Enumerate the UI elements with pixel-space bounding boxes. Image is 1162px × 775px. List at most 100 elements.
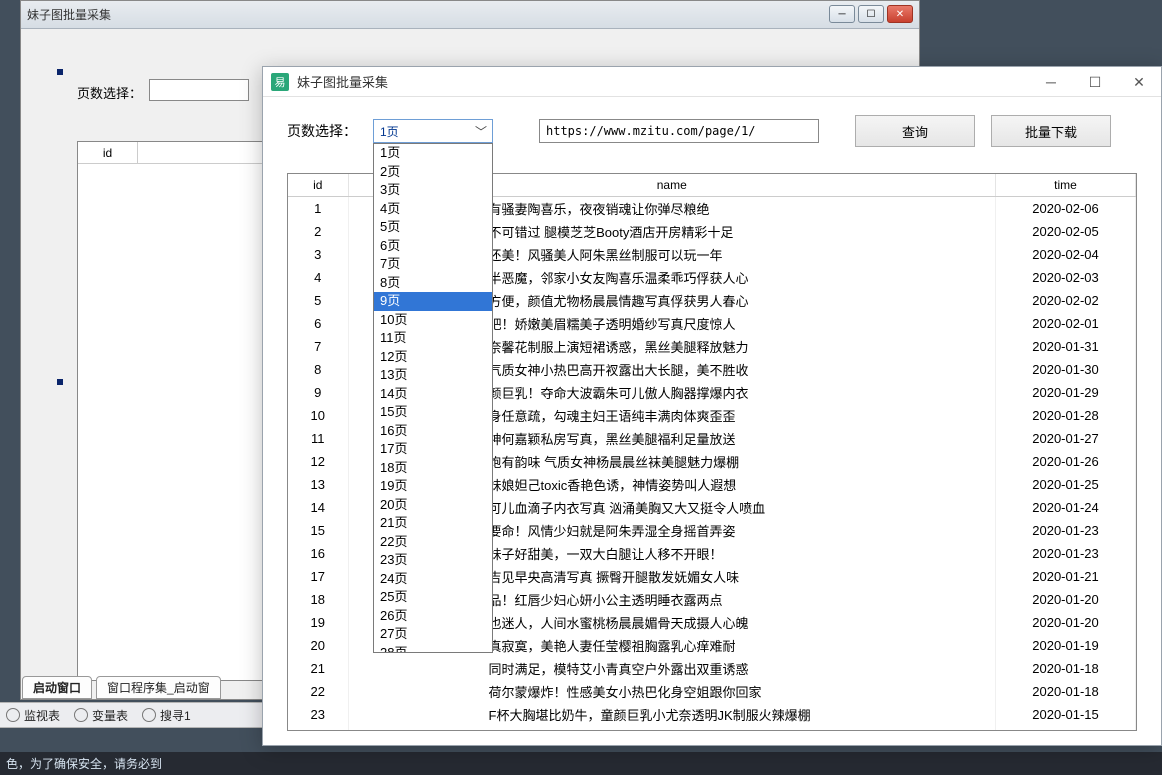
table-row[interactable]: 22荷尔蒙爆炸！性感美女小热巴化身空姐跟你回家2020-01-18 [288,680,1136,703]
combo-option[interactable]: 22页 [374,533,492,552]
ide-tabs: 启动窗口 窗口程序集_启动窗 [22,676,221,699]
cell-time: 2020-01-28 [996,404,1136,427]
cell-id: 3 [288,243,348,266]
cell-id: 13 [288,473,348,496]
design-title: 妹子图批量采集 [27,6,111,23]
cell-id: 23 [288,703,348,726]
combo-option[interactable]: 19页 [374,477,492,496]
cell-id: 19 [288,611,348,634]
cell-time: 2020-01-19 [996,634,1136,657]
combo-option[interactable]: 18页 [374,459,492,478]
cell-id: 8 [288,358,348,381]
combo-option[interactable]: 1页 [374,144,492,163]
combo-option[interactable]: 9页 [374,292,492,311]
combo-option[interactable]: 11页 [374,329,492,348]
cell-id: 7 [288,335,348,358]
toolbar-watch[interactable]: 监视表 [6,707,60,724]
combo-option[interactable]: 5页 [374,218,492,237]
cell-time: 2020-01-23 [996,542,1136,565]
cell-name: F杯大胸堪比奶牛，童颜巨乳小尤奈透明JK制服火辣爆棚 [348,703,996,726]
cell-time: 2020-01-15 [996,703,1136,726]
combo-option[interactable]: 15页 [374,403,492,422]
cell-id: 22 [288,680,348,703]
combo-option[interactable]: 16页 [374,422,492,441]
cell-time: 2020-01-20 [996,611,1136,634]
table-row[interactable]: 24姐姐给你检查身体！黑衣护士朱可儿香艳高污非看不可2020-01-14 [288,726,1136,731]
cell-id: 17 [288,565,348,588]
magnifier-icon [6,708,20,722]
th-id[interactable]: id [288,174,348,197]
close-button[interactable]: ✕ [1117,67,1161,97]
pages-dropdown[interactable]: 1页2页3页4页5页6页7页8页9页10页11页12页13页14页15页16页1… [373,143,493,653]
combo-option[interactable]: 12页 [374,348,492,367]
cell-id: 1 [288,197,348,221]
cell-time: 2020-01-20 [996,588,1136,611]
cell-id: 6 [288,312,348,335]
toolbar-vars[interactable]: 变量表 [74,707,128,724]
tab-launch-window[interactable]: 启动窗口 [22,676,92,699]
cell-time: 2020-01-18 [996,680,1136,703]
cell-time: 2020-01-26 [996,450,1136,473]
cell-name: 同时满足，模特艾小青真空户外露出双重诱惑 [348,657,996,680]
cell-id: 15 [288,519,348,542]
combo-option[interactable]: 3页 [374,181,492,200]
url-input[interactable] [539,119,819,143]
download-button[interactable]: 批量下载 [991,115,1111,147]
runtime-titlebar: 易 妹子图批量采集 ─ ☐ ✕ [263,67,1161,97]
pages-label: 页数选择： [287,121,357,141]
cell-time: 2020-01-21 [996,565,1136,588]
cell-id: 12 [288,450,348,473]
close-button[interactable]: ✕ [887,5,913,23]
cell-time: 2020-02-02 [996,289,1136,312]
minimize-button[interactable]: ─ [829,5,855,23]
maximize-button[interactable]: ☐ [858,5,884,23]
minimize-button[interactable]: ─ [1029,67,1073,97]
cell-time: 2020-01-18 [996,657,1136,680]
table-row[interactable]: 23F杯大胸堪比奶牛，童颜巨乳小尤奈透明JK制服火辣爆棚2020-01-15 [288,703,1136,726]
design-th-id: id [78,142,138,163]
cell-id: 18 [288,588,348,611]
combo-option[interactable]: 27页 [374,625,492,644]
query-button[interactable]: 查询 [855,115,975,147]
combo-option[interactable]: 21页 [374,514,492,533]
cell-time: 2020-01-29 [996,381,1136,404]
cell-time: 2020-01-24 [996,496,1136,519]
cell-time: 2020-01-25 [996,473,1136,496]
combo-option[interactable]: 28页 [374,644,492,654]
cell-name: 荷尔蒙爆炸！性感美女小热巴化身空姐跟你回家 [348,680,996,703]
toolbar-search[interactable]: 搜寻1 [142,707,191,724]
combo-option[interactable]: 26页 [374,607,492,626]
design-pages-label: 页数选择： [77,83,142,102]
cell-id: 2 [288,220,348,243]
combo-option[interactable]: 8页 [374,274,492,293]
cell-id: 10 [288,404,348,427]
combo-option[interactable]: 7页 [374,255,492,274]
combo-option[interactable]: 13页 [374,366,492,385]
app-icon: 易 [271,73,289,91]
chevron-down-icon: ﹀ [474,124,488,138]
maximize-button[interactable]: ☐ [1073,67,1117,97]
design-pages-input[interactable] [149,79,249,101]
runtime-title: 妹子图批量采集 [297,72,388,91]
cell-time: 2020-02-03 [996,266,1136,289]
combo-option[interactable]: 17页 [374,440,492,459]
tab-window-program[interactable]: 窗口程序集_启动窗 [96,676,221,699]
pin-icon [74,708,88,722]
th-time[interactable]: time [996,174,1136,197]
combo-option[interactable]: 10页 [374,311,492,330]
combo-option[interactable]: 6页 [374,237,492,256]
combo-option[interactable]: 23页 [374,551,492,570]
ide-statusbar: 色，为了确保安全，请务必到 [0,752,1162,775]
combo-option[interactable]: 20页 [374,496,492,515]
combo-option[interactable]: 14页 [374,385,492,404]
combo-option[interactable]: 2页 [374,163,492,182]
pages-combobox[interactable]: 1页 ﹀ [373,119,493,143]
combo-option[interactable]: 24页 [374,570,492,589]
table-row[interactable]: 21同时满足，模特艾小青真空户外露出双重诱惑2020-01-18 [288,657,1136,680]
combo-option[interactable]: 4页 [374,200,492,219]
combo-option[interactable]: 25页 [374,588,492,607]
cell-time: 2020-02-04 [996,243,1136,266]
design-titlebar: 妹子图批量采集 ─ ☐ ✕ [21,1,919,29]
cell-id: 21 [288,657,348,680]
cell-time: 2020-02-01 [996,312,1136,335]
